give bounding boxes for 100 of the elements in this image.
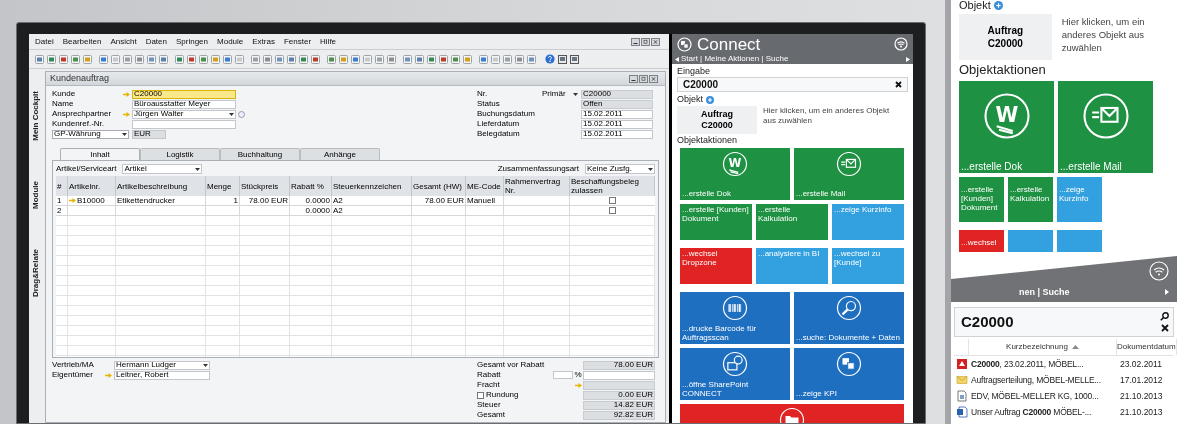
section-label: Objekt (959, 0, 991, 11)
sidebar-tab[interactable]: Mein Cockpit (30, 91, 42, 141)
dropdown[interactable]: Keine Zusfg. (585, 164, 655, 174)
action-tile[interactable]: W ...erstelle Dok (680, 148, 790, 200)
tab[interactable]: Anhänge (300, 148, 380, 160)
action-tile[interactable]: ...öffne SharePoint CONNECT (680, 348, 790, 400)
breadcrumb[interactable]: nen | Suche (1019, 285, 1070, 299)
input-field[interactable]: C20000 (132, 89, 236, 99)
action-tile[interactable]: ...erstelle [Kunden] Dokument (680, 204, 752, 240)
column-header[interactable]: Dokumentdatum (1117, 339, 1177, 355)
toolbar-icon (570, 54, 579, 64)
tile-label: ...erstelle [Kunden] Dokument (960, 186, 999, 213)
sidebar-tab[interactable]: Module (30, 180, 42, 209)
result-title[interactable]: EDV, MÖBEL-MELLER KG, 1000... (969, 389, 1117, 403)
action-tile[interactable]: ...suche: Dokumente + Daten (794, 292, 904, 344)
input-field[interactable]: Jürgen Walter (132, 109, 236, 119)
result-title[interactable]: Auftragserteilung, MÖBEL-MELLE... (969, 373, 1117, 387)
link-arrow-icon (123, 91, 130, 97)
toolbar-icon (47, 54, 56, 64)
toolbar-icon (339, 54, 348, 64)
toolbar-icon (327, 54, 336, 64)
table-cell: 78.00 EUR (248, 196, 288, 205)
toolbar-icon (199, 54, 208, 64)
menu-item[interactable]: Datei (35, 35, 54, 48)
input-field[interactable]: Büroausstatter Meyer (132, 99, 236, 109)
input-field[interactable]: 15.02.2011 (581, 109, 653, 119)
forward-arrow-icon (1165, 289, 1169, 296)
checkbox[interactable] (477, 391, 484, 399)
word-document-icon (955, 406, 968, 418)
column-header[interactable]: Kurzbezeichnung (969, 339, 1117, 355)
field-label: Kundenref.-Nr. (52, 120, 105, 128)
caret-icon (573, 92, 578, 96)
menu-item[interactable]: Module (217, 35, 244, 48)
object-card[interactable]: Auftrag C20000 (959, 14, 1052, 60)
checkbox[interactable] (609, 197, 616, 204)
menu-item[interactable]: Ansicht (110, 35, 137, 48)
tab[interactable]: Buchhaltung (220, 148, 300, 160)
input-field[interactable]: EUR (132, 129, 166, 139)
tile-label: ...erstelle Kalkulation (757, 206, 799, 224)
sort-up-icon (1071, 345, 1079, 349)
toolbar-icon (211, 54, 220, 64)
action-tile[interactable] (1057, 230, 1102, 252)
hint-text: Hier klicken, um ein anderes Objekt aus zuwählen (763, 106, 891, 125)
toolbar-icon (299, 54, 308, 64)
menu-item[interactable]: Hilfe (320, 35, 337, 48)
action-tile[interactable]: ...erstelle [Kunden] Dokument (959, 177, 1004, 222)
action-tile[interactable]: ...wechsel Dropzone (680, 248, 752, 284)
action-tile[interactable] (1008, 230, 1053, 252)
menu-item[interactable]: Daten (145, 35, 167, 48)
action-tile[interactable]: ...drucke Barcode für Auftragsscan (680, 292, 790, 344)
search-field[interactable]: C20000 (954, 307, 1174, 337)
result-title[interactable]: Unser Auftrag C20000 MÖBEL-... (969, 405, 1117, 419)
toolbar-icon (175, 54, 184, 64)
toolbar-icon (187, 54, 196, 64)
tile-label: ...öffne SharePoint CONNECT (681, 381, 750, 399)
menu-item[interactable]: Bearbeiten (62, 35, 102, 48)
result-title[interactable]: C20000, 23.02.2011, MÖBEL... (969, 357, 1117, 371)
toolbar-icon (287, 54, 296, 64)
series-dropdown[interactable]: Primär (541, 89, 579, 99)
toolbar-icon (515, 54, 524, 64)
toolbar-icon (59, 54, 68, 64)
menu-item[interactable]: Extras (252, 35, 275, 48)
checkbox[interactable] (609, 207, 616, 214)
object-card[interactable]: Auftrag C20000 (677, 106, 757, 134)
table-cell: 0.0000 (305, 206, 330, 215)
input-field[interactable] (132, 119, 236, 129)
input-field: 14.82 EUR (583, 400, 655, 410)
action-tile[interactable]: ...erstelle Kalkulation (1008, 177, 1053, 222)
field-label: Buchungsdatum (477, 110, 536, 118)
dropdown[interactable]: Hermann Ludger (114, 360, 210, 370)
action-tile[interactable]: ...erstelle Mail (794, 148, 904, 200)
input-field[interactable] (553, 371, 573, 379)
tab[interactable]: Logistik (140, 148, 220, 160)
toolbar-icon (223, 54, 232, 64)
tile-label: ...wechsel Dropzone (681, 250, 719, 268)
tab[interactable]: Inhalt (60, 148, 140, 160)
input-field[interactable]: C20000 (677, 77, 908, 92)
menu-item[interactable]: Springen (176, 35, 208, 48)
toolbar-icon (123, 54, 132, 64)
currency-dropdown[interactable]: GP-Währung (52, 129, 129, 139)
date-text: 17.01.2012 (1119, 373, 1164, 387)
toolbar-icon (403, 54, 412, 64)
toolbar-icon (159, 54, 168, 64)
sidebar-tab[interactable]: Drag&Relate (30, 248, 42, 297)
action-tile[interactable]: ...erstelle Kalkulation (756, 204, 828, 240)
action-tile[interactable]: ...wechsel (959, 230, 1004, 252)
input-field[interactable]: 15.02.2011 (581, 129, 653, 139)
action-tile[interactable]: ...erstelle Mail (1058, 81, 1153, 173)
menu-item[interactable]: Fenster (283, 35, 312, 48)
input-field[interactable]: 15.02.2011 (581, 119, 653, 129)
tile-label: ...zeige Kurzinfo (833, 206, 893, 215)
action-tile[interactable]: W ...erstelle Dok (959, 81, 1054, 173)
input-field[interactable]: Leitner, Robert (114, 370, 210, 380)
action-tile[interactable]: ...zeige KPI (794, 348, 904, 400)
input-field: 0.00 EUR (583, 390, 655, 400)
tile-label: ...erstelle Dok (681, 190, 732, 199)
tile-label: ...suche: Dokumente + Daten (795, 334, 901, 343)
input-field[interactable] (583, 370, 655, 380)
dropdown[interactable]: Artikel (122, 164, 203, 174)
breadcrumb[interactable]: Start | Meine Aktionen | Suche (681, 55, 789, 63)
